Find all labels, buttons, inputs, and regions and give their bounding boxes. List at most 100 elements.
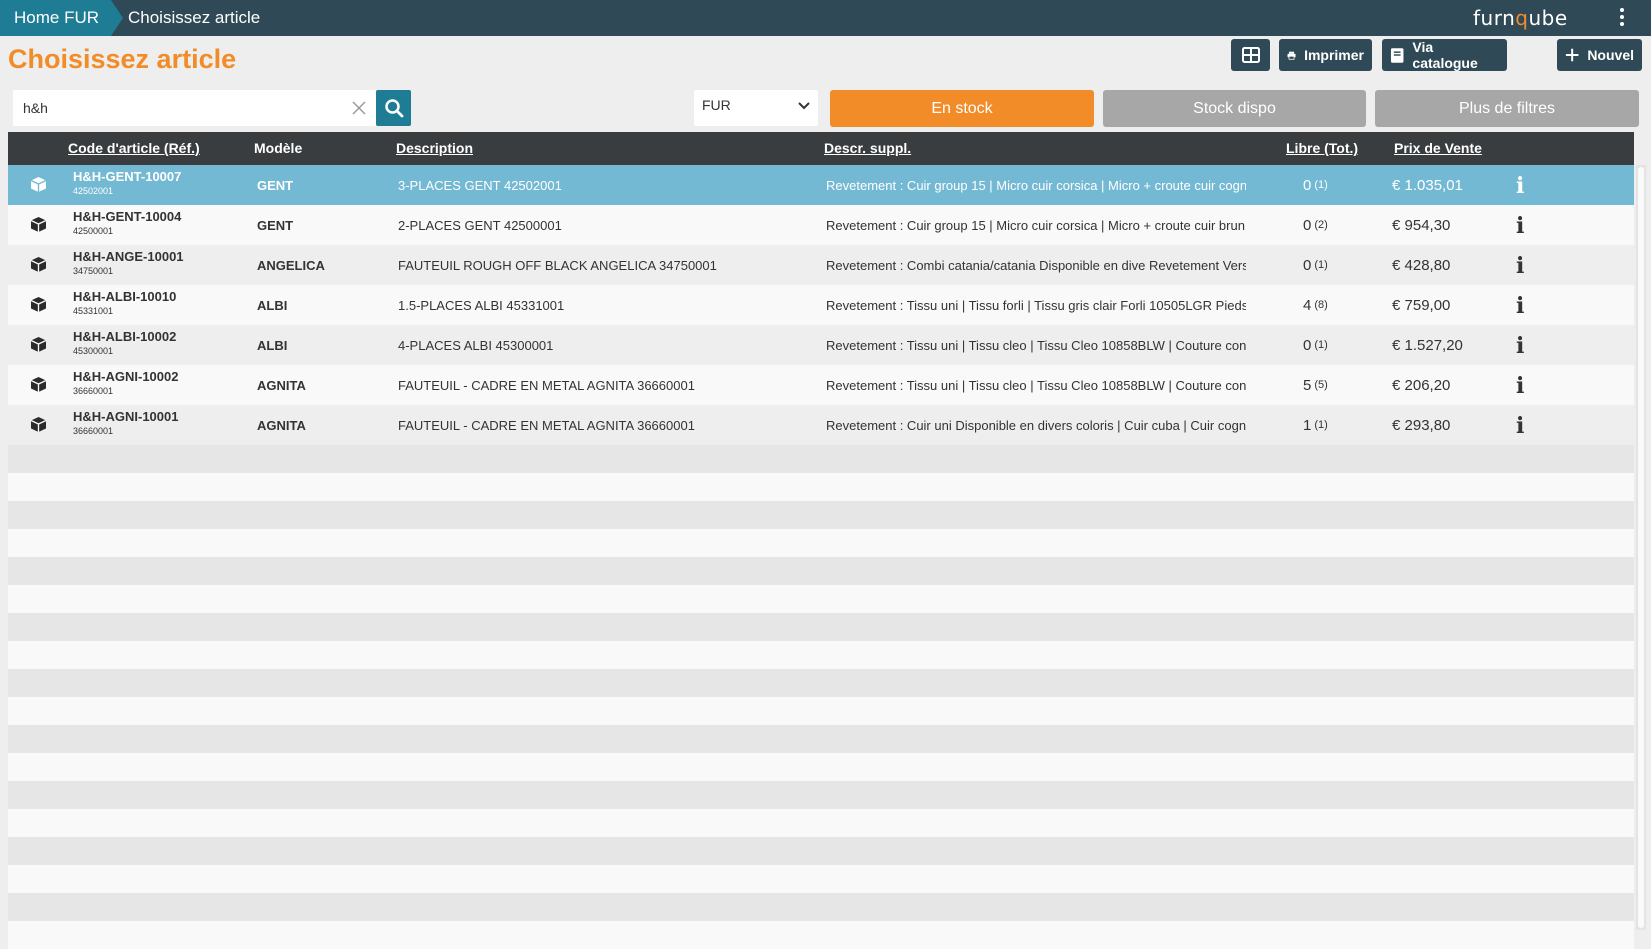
article-code: H&H-GENT-10004 <box>73 209 182 224</box>
box-icon <box>30 216 47 236</box>
breadcrumb-current: Choisissez article <box>128 8 261 27</box>
article-code-cell: H&H-GENT-10004 42500001 <box>73 210 181 238</box>
print-button[interactable]: Imprimer <box>1279 39 1372 71</box>
chevron-down-icon <box>798 102 810 110</box>
catalogue-label: Via catalogue <box>1412 39 1478 71</box>
more-vertical-icon[interactable] <box>1614 4 1630 30</box>
article-price: € 206,20 <box>1392 376 1451 394</box>
grid-icon <box>1241 47 1260 63</box>
info-icon[interactable]: i <box>1516 253 1524 279</box>
quantity-free: 4 <box>1303 296 1312 314</box>
article-code-cell: H&H-ALBI-10010 45331001 <box>73 290 176 318</box>
article-price: € 759,00 <box>1392 296 1451 314</box>
article-code: H&H-ANGE-10001 <box>73 249 184 264</box>
article-code: H&H-AGNI-10001 <box>73 409 179 424</box>
box-icon <box>30 256 47 276</box>
empty-row <box>8 781 1634 809</box>
article-description: FAUTEUIL ROUGH OFF BLACK ANGELICA 347500… <box>398 257 717 273</box>
article-price: € 1.035,01 <box>1392 176 1463 194</box>
quantity-free: 0 <box>1303 216 1312 234</box>
column-header-free-total[interactable]: Libre (Tot.) <box>1286 140 1358 156</box>
quantity-total: (1) <box>1314 259 1328 271</box>
page-title: Choisissez article <box>8 44 237 74</box>
info-icon[interactable]: i <box>1516 333 1524 359</box>
clear-icon[interactable] <box>351 100 367 116</box>
column-header-code[interactable]: Code d'article (Réf.) <box>68 140 200 156</box>
article-code-cell: H&H-ANGE-10001 34750001 <box>73 250 184 278</box>
article-extra-description: Revetement : Tissu uni | Tissu forli | T… <box>826 297 1246 313</box>
quantity-free: 0 <box>1303 336 1312 354</box>
box-icon <box>30 176 47 196</box>
article-code: H&H-AGNI-10002 <box>73 369 179 384</box>
quantity-total: (1) <box>1314 179 1328 191</box>
column-header-description[interactable]: Description <box>396 140 473 156</box>
box-icon <box>30 336 47 356</box>
empty-row <box>8 669 1634 697</box>
table-row[interactable]: H&H-GENT-10004 42500001 GENT 2-PLACES GENT … <box>8 205 1634 245</box>
via-catalogue-button[interactable]: Via catalogue <box>1382 39 1507 71</box>
article-ref: 42500001 <box>73 226 114 236</box>
article-model: GENT <box>257 217 294 233</box>
article-extra-description: Revetement : Combi catania/catania Dispo… <box>826 257 1246 273</box>
quantity-free: 0 <box>1303 256 1312 274</box>
empty-table-rows <box>8 445 1634 949</box>
more-filters-button[interactable]: Plus de filtres <box>1375 90 1639 127</box>
table-row[interactable]: H&H-ANGE-10001 34750001 ANGELICA FAUTEUIL R… <box>8 245 1634 285</box>
breadcrumb-home[interactable]: Home FUR <box>0 0 124 36</box>
box-icon <box>30 416 47 436</box>
grid-view-button[interactable] <box>1231 39 1270 71</box>
article-quantity: 4 (8) <box>1303 285 1373 325</box>
search-input[interactable] <box>13 90 348 126</box>
table-row[interactable]: H&H-AGNI-10002 36660001 AGNITA FAUTEUIL - C… <box>8 365 1634 405</box>
empty-row <box>8 529 1634 557</box>
column-header-extra-description[interactable]: Descr. suppl. <box>824 140 911 156</box>
article-price: € 1.527,20 <box>1392 336 1463 354</box>
article-price: € 954,30 <box>1392 216 1451 234</box>
article-model: AGNITA <box>257 377 306 393</box>
article-quantity: 1 (1) <box>1303 405 1373 445</box>
article-ref: 36660001 <box>73 426 114 436</box>
in-stock-filter-button[interactable]: En stock <box>830 90 1094 127</box>
article-description: 4-PLACES ALBI 45300001 <box>398 337 554 353</box>
article-code: H&H-ALBI-10002 <box>73 329 177 344</box>
column-header-model: Modèle <box>254 140 303 156</box>
search-button[interactable] <box>376 90 411 126</box>
table-scrollbar[interactable] <box>1636 165 1646 930</box>
quantity-total: (2) <box>1314 219 1328 231</box>
article-ref: 36660001 <box>73 386 114 396</box>
info-icon[interactable]: i <box>1516 293 1524 319</box>
table-row[interactable]: H&H-AGNI-10001 36660001 AGNITA FAUTEUIL - C… <box>8 405 1634 445</box>
table-row[interactable]: H&H-ALBI-10010 45331001 ALBI 1.5-PLACES ALB… <box>8 285 1634 325</box>
table-row[interactable]: H&H-ALBI-10002 45300001 ALBI 4-PLACES ALBI … <box>8 325 1634 365</box>
info-icon[interactable]: i <box>1516 413 1524 439</box>
table-row[interactable]: H&H-GENT-10007 42502001 GENT 3-PLACES GENT … <box>8 165 1634 205</box>
article-table-body: H&H-GENT-10007 42502001 GENT 3-PLACES GENT … <box>8 165 1634 445</box>
info-icon[interactable]: i <box>1516 213 1524 239</box>
store-select-value: FUR <box>702 97 731 113</box>
empty-row <box>8 921 1634 949</box>
quantity-free: 5 <box>1303 376 1312 394</box>
search-icon <box>384 99 403 118</box>
article-extra-description: Revetement : Cuir group 15 | Micro cuir … <box>826 217 1246 233</box>
column-header-price[interactable]: Prix de Vente <box>1394 140 1482 156</box>
article-code-cell: H&H-ALBI-10002 45300001 <box>73 330 176 358</box>
empty-row <box>8 613 1634 641</box>
empty-row <box>8 837 1634 865</box>
article-code-cell: H&H-AGNI-10001 36660001 <box>73 410 178 438</box>
empty-row <box>8 501 1634 529</box>
store-select[interactable]: FUR <box>694 90 818 126</box>
quantity-free: 0 <box>1303 176 1312 194</box>
box-icon <box>30 376 47 396</box>
article-description: FAUTEUIL - CADRE EN METAL AGNITA 3666000… <box>398 417 695 433</box>
article-description: 2-PLACES GENT 42500001 <box>398 217 562 233</box>
info-icon[interactable]: i <box>1516 373 1524 399</box>
info-icon[interactable]: i <box>1516 173 1524 199</box>
table-scrollbar-thumb[interactable] <box>1638 167 1644 928</box>
empty-row <box>8 725 1634 753</box>
new-button[interactable]: Nouvel <box>1557 39 1642 71</box>
article-ref: 34750001 <box>73 266 114 276</box>
printer-icon <box>1287 51 1296 60</box>
stock-available-filter-button[interactable]: Stock dispo <box>1103 90 1366 127</box>
article-extra-description: Revetement : Tissu uni | Tissu cleo | Ti… <box>826 337 1246 353</box>
article-code: H&H-ALBI-10010 <box>73 289 177 304</box>
